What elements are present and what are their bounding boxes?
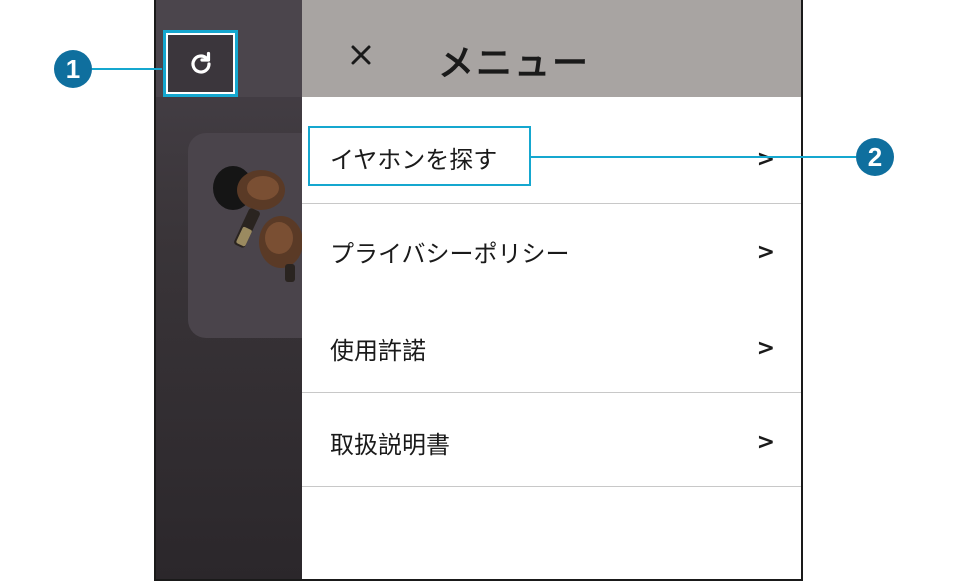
menu-item-license[interactable]: 使用許諾 > xyxy=(302,298,801,393)
chevron-right-icon: > xyxy=(756,336,775,361)
callout-badge-2: 2 xyxy=(856,138,894,176)
divider xyxy=(302,486,801,487)
background-app xyxy=(156,0,328,579)
menu-panel: メニュー イヤホンを探す > プライバシーポリシー > 使用許諾 > 取扱説明書… xyxy=(302,0,801,579)
chevron-right-icon: > xyxy=(756,240,775,265)
earbuds-image xyxy=(213,166,303,282)
phone-screen: メニュー イヤホンを探す > プライバシーポリシー > 使用許諾 > 取扱説明書… xyxy=(154,0,803,581)
menu-item-label: イヤホンを探す xyxy=(330,146,498,174)
refresh-icon xyxy=(190,51,211,74)
menu-item-label: 使用許諾 xyxy=(330,337,426,365)
callout-leader-line xyxy=(531,156,856,158)
callout-badge-1: 1 xyxy=(54,50,92,88)
menu-item-privacy-policy[interactable]: プライバシーポリシー > xyxy=(302,204,801,298)
manual-figure: メニュー イヤホンを探す > プライバシーポリシー > 使用許諾 > 取扱説明書… xyxy=(0,0,958,583)
close-icon[interactable] xyxy=(346,40,376,70)
callout-leader-line xyxy=(92,68,162,70)
menu-item-label: プライバシーポリシー xyxy=(330,240,570,268)
menu-item-user-manual[interactable]: 取扱説明書 > xyxy=(302,393,801,487)
chevron-right-icon: > xyxy=(756,147,775,172)
chevron-right-icon: > xyxy=(756,430,775,455)
menu-title: メニュー xyxy=(438,43,591,84)
menu-item-label: 取扱説明書 xyxy=(330,431,450,459)
refresh-button[interactable] xyxy=(163,30,238,97)
menu-header: メニュー xyxy=(302,0,801,97)
menu-item-find-earbuds[interactable]: イヤホンを探す > xyxy=(302,97,801,204)
